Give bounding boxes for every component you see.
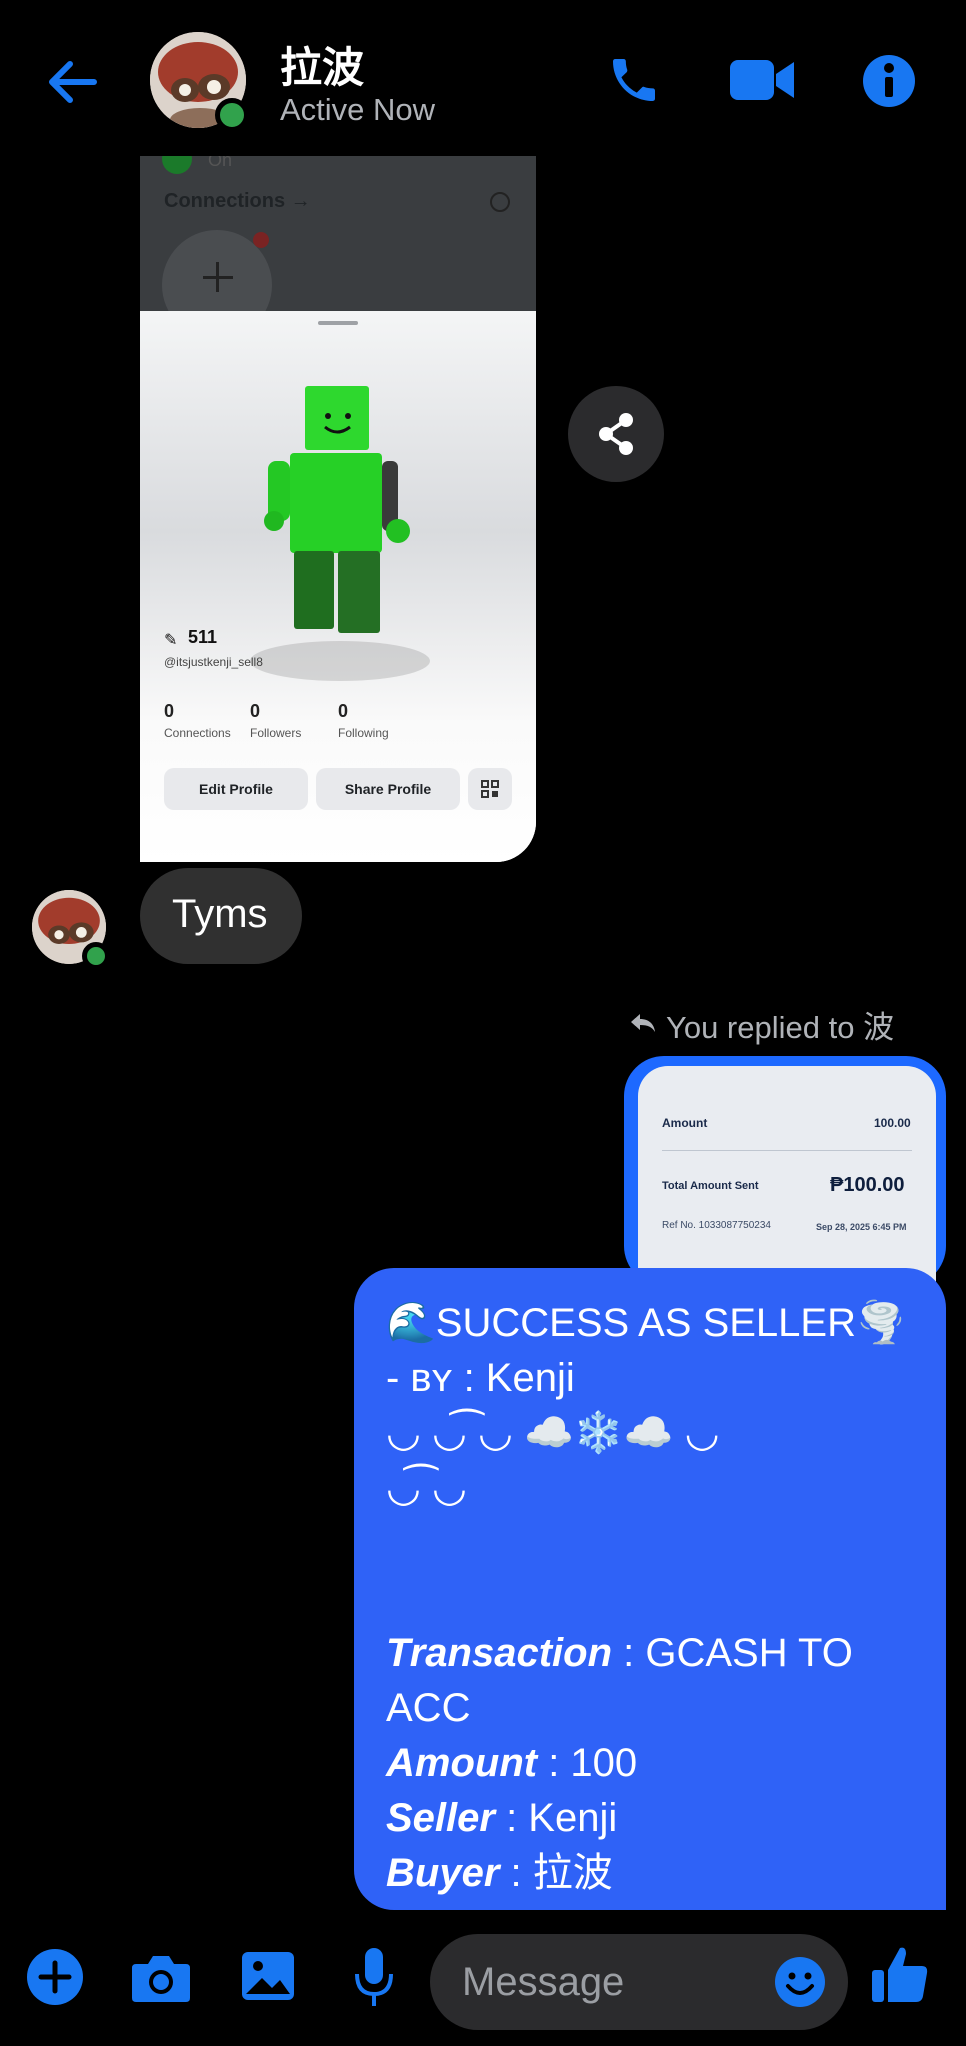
transaction-label: Transaction — [386, 1631, 612, 1675]
roblox-avatar-figure — [264, 386, 410, 633]
amount-label: Amount — [386, 1741, 538, 1785]
stat-value: 0 — [164, 701, 175, 721]
seller-label: Seller — [386, 1796, 495, 1840]
amount-line: Amount : 100 — [386, 1736, 926, 1791]
sender-online-indicator — [82, 942, 110, 970]
message-placeholder: Message — [462, 1960, 625, 2004]
message-line-author: - ʙʏ : Kenji — [386, 1356, 575, 1400]
reply-header-text: You replied to 波 — [666, 1010, 895, 1045]
outgoing-message-bubble[interactable]: 🌊SUCCESS AS SELLER🌪️ - ʙʏ : Kenji ◡ ◡͡ ◡… — [354, 1268, 946, 1910]
emoji-icon[interactable] — [774, 1956, 826, 2008]
active-status: Active Now — [280, 92, 436, 127]
back-icon[interactable] — [42, 52, 102, 112]
stat-label: Following — [338, 726, 389, 740]
stat-badge: 511 — [188, 627, 218, 647]
pencil-icon: ✎ — [164, 632, 178, 649]
share-icon[interactable] — [568, 386, 664, 482]
message-line-title: 🌊SUCCESS AS SELLER🌪️ — [386, 1301, 906, 1345]
buyer-line: Buyer : 拉波 — [386, 1846, 926, 1901]
stat-value: 0 — [250, 701, 261, 721]
incoming-message-bubble[interactable]: Tyms — [140, 868, 302, 964]
amount-value: : 100 — [537, 1741, 638, 1785]
receipt-amount-label: Amount — [662, 1116, 708, 1130]
quoted-message-preview[interactable]: Amount 100.00 Total Amount Sent ₱100.00 … — [624, 1056, 946, 1296]
connections-label: Connections → — [164, 190, 311, 212]
reply-arrow-icon — [628, 1010, 658, 1036]
shared-screenshot-image[interactable]: On Connections → ✎ 511 @itsjustkenji_sel… — [140, 156, 536, 862]
sheet-handle — [318, 321, 358, 325]
share-profile-button: Share Profile — [316, 768, 460, 810]
profile-sheet: ✎ 511 @itsjustkenji_sell8 0 Connections … — [140, 311, 536, 862]
phone-call-icon[interactable] — [606, 52, 662, 108]
message-text: Tyms — [172, 892, 268, 936]
avatar-shadow — [250, 641, 430, 681]
message-line-decor: ◡ ◡͡ ◡ ☁️❄️☁️ ◡ — [386, 1411, 720, 1455]
stat-following: 0 Following — [338, 701, 389, 740]
seller-value: : Kenji — [494, 1796, 618, 1840]
receipt-total-label: Total Amount Sent — [662, 1180, 759, 1192]
buyer-label: Buyer — [386, 1851, 500, 1895]
receipt-amount-value: 100.00 — [874, 1116, 911, 1130]
qr-code-icon — [468, 768, 512, 810]
microphone-icon[interactable] — [352, 1946, 396, 2010]
partial-text: On — [208, 156, 233, 170]
contact-name[interactable]: 拉波 — [280, 34, 364, 95]
stat-label: Connections — [164, 726, 231, 740]
message-line-decor-2: ◡͡ ◡ — [386, 1466, 467, 1510]
message-input[interactable]: Message — [430, 1934, 848, 2030]
camera-icon[interactable] — [130, 1950, 192, 2006]
buyer-value: : 拉波 — [499, 1851, 613, 1895]
receipt-ref-number: Ref No. 1033087750234 — [662, 1220, 771, 1231]
receipt-divider — [662, 1150, 912, 1151]
video-call-icon[interactable] — [728, 50, 796, 110]
transaction-line: Transaction : GCASH TO ACC — [386, 1626, 926, 1736]
screenshot-dimmed-top: On Connections → — [140, 156, 536, 340]
receipt-total-value: ₱100.00 — [830, 1174, 905, 1196]
plus-icon[interactable] — [26, 1948, 84, 2006]
stat-label: Followers — [250, 726, 302, 740]
receipt-date: Sep 28, 2025 6:45 PM — [816, 1222, 907, 1232]
stat-followers: 0 Followers — [250, 701, 301, 740]
info-icon[interactable] — [862, 54, 916, 108]
gallery-icon[interactable] — [240, 1950, 296, 2002]
online-indicator — [215, 98, 249, 132]
info-small-icon — [490, 192, 510, 212]
partial-toggle — [162, 156, 192, 174]
stat-value: 0 — [338, 701, 349, 721]
profile-username: @itsjustkenji_sell8 — [164, 655, 263, 669]
message-composer: Message — [0, 1910, 966, 2046]
like-icon[interactable] — [870, 1944, 930, 2006]
seller-line: Seller : Kenji — [386, 1791, 926, 1846]
receipt-image: Amount 100.00 Total Amount Sent ₱100.00 … — [638, 1066, 936, 1296]
edit-profile-button: Edit Profile — [164, 768, 308, 810]
message-text: 🌊SUCCESS AS SELLER🌪️ - ʙʏ : Kenji ◡ ◡͡ ◡… — [386, 1296, 926, 1901]
stat-connections: 0 Connections — [164, 701, 231, 740]
notification-dot — [253, 232, 269, 248]
conversation-header: 拉波 Active Now — [0, 0, 966, 160]
